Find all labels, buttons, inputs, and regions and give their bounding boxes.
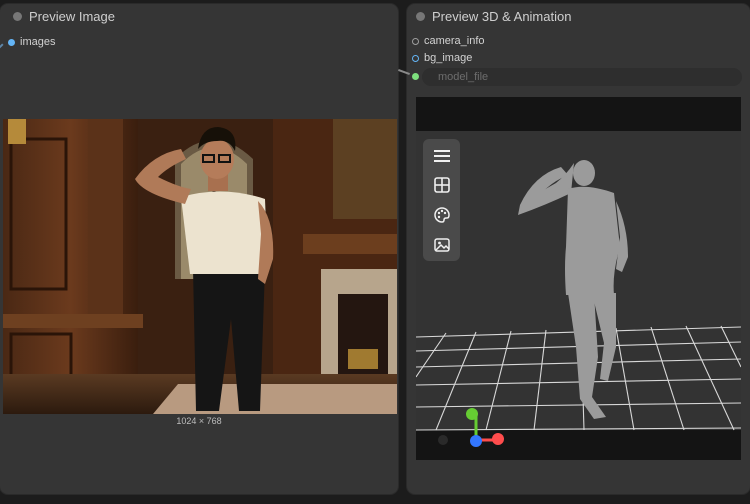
- input-socket-bg-image[interactable]: [412, 55, 419, 62]
- node-status-dot: [416, 12, 425, 21]
- image-icon: [433, 238, 450, 252]
- input-slot-label: camera_info: [424, 35, 485, 47]
- node-header[interactable]: Preview 3D & Animation: [407, 4, 750, 30]
- menu-button[interactable]: [427, 143, 456, 169]
- input-slot-images[interactable]: images: [8, 36, 56, 48]
- axis-gizmo: [438, 408, 504, 447]
- node-title: Preview 3D & Animation: [432, 9, 572, 24]
- input-socket-images[interactable]: [8, 39, 15, 46]
- preview-image: [3, 119, 397, 414]
- node-header[interactable]: Preview Image: [0, 4, 398, 30]
- background-color-button[interactable]: [427, 202, 456, 228]
- input-slot-label: bg_image: [424, 52, 473, 64]
- input-socket-model-file[interactable]: [412, 73, 419, 80]
- viewport-toolbar: [423, 139, 460, 261]
- menu-icon: [433, 150, 450, 162]
- model-file-widget[interactable]: model_file: [422, 68, 742, 86]
- background-image-button[interactable]: [427, 232, 456, 258]
- input-socket-camera-info[interactable]: [412, 38, 419, 45]
- preview-photo-illustration: [3, 119, 397, 414]
- viewport-scene: [416, 160, 741, 447]
- 3d-viewport[interactable]: [416, 97, 741, 460]
- grid-icon: [433, 177, 450, 193]
- image-size-label: 1024 × 768: [176, 416, 222, 426]
- mannequin-model: [518, 160, 628, 419]
- node-status-dot: [13, 12, 22, 21]
- palette-icon: [433, 207, 450, 223]
- preview-3d-animation-node[interactable]: Preview 3D & Animation camera_info bg_im…: [407, 4, 750, 494]
- input-slot-camera-info[interactable]: camera_info: [412, 35, 485, 47]
- input-slot-label: images: [20, 36, 56, 48]
- node-title: Preview Image: [29, 9, 115, 24]
- preview-image-node[interactable]: Preview Image images 1024 × 768: [0, 4, 398, 494]
- model-file-label: model_file: [438, 71, 489, 83]
- grid-toggle-button[interactable]: [427, 172, 456, 198]
- input-slot-bg-image[interactable]: bg_image: [412, 52, 473, 64]
